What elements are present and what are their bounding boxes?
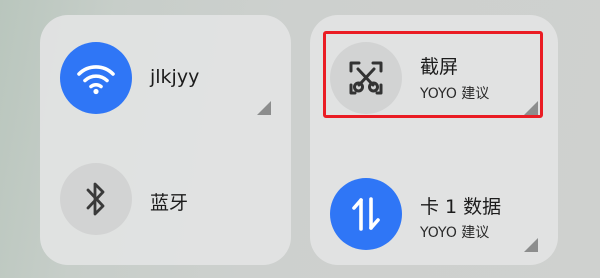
quick-settings-panel-right: 截屏 YOYO 建议 卡 1 数据 YOYO 建议: [310, 15, 558, 265]
highlight-box: [323, 31, 543, 118]
quick-settings-panel-left: jlkjyy 蓝牙: [40, 15, 291, 265]
bluetooth-tile[interactable]: 蓝牙: [40, 140, 291, 265]
mobile-data-suggestion-label: YOYO 建议: [420, 225, 490, 241]
mobile-data-label: 卡 1 数据: [420, 196, 502, 218]
wifi-tile[interactable]: jlkjyy: [40, 15, 291, 140]
mobile-data-toggle[interactable]: [330, 178, 402, 250]
data-arrows-icon: [352, 197, 380, 231]
wifi-toggle[interactable]: [60, 42, 132, 114]
mobile-data-expand-corner-icon[interactable]: [524, 238, 538, 252]
bluetooth-label: 蓝牙: [150, 192, 189, 214]
screenshot-tile[interactable]: 截屏 YOYO 建议: [310, 15, 558, 140]
bluetooth-toggle[interactable]: [60, 163, 132, 235]
mobile-data-tile[interactable]: 卡 1 数据 YOYO 建议: [310, 140, 558, 265]
wifi-expand-corner-icon[interactable]: [257, 101, 271, 115]
wifi-icon: [77, 65, 115, 95]
bluetooth-icon: [86, 182, 105, 216]
wifi-label: jlkjyy: [150, 66, 200, 88]
